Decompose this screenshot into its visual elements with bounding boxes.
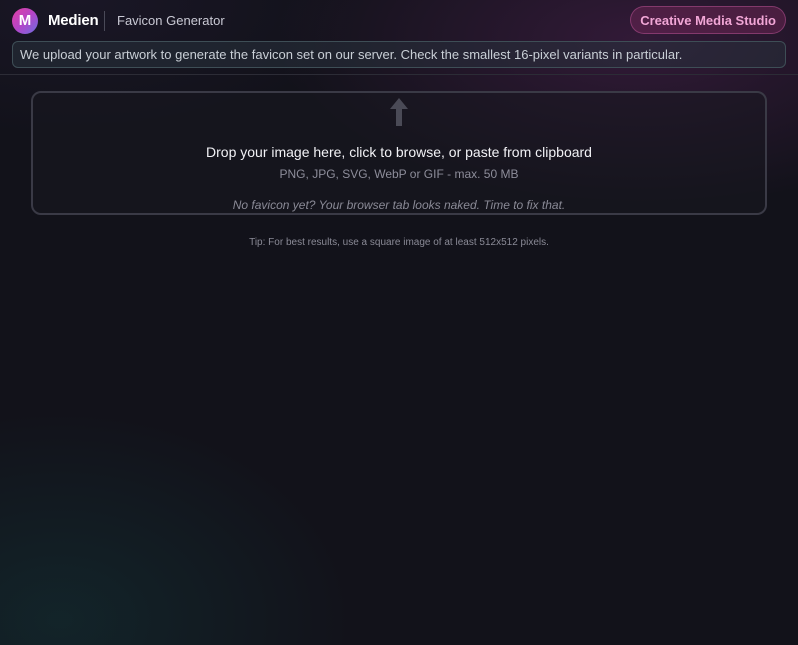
notice-text: We upload your artwork to generate the f… bbox=[20, 47, 683, 62]
brand-logo[interactable]: M bbox=[12, 8, 38, 34]
creative-media-studio-button[interactable]: Creative Media Studio bbox=[630, 6, 786, 34]
header-divider bbox=[104, 11, 105, 31]
upload-arrow-icon bbox=[390, 98, 408, 126]
app-title: Favicon Generator bbox=[117, 13, 225, 28]
top-bar: M Medien Favicon Generator Creative Medi… bbox=[0, 0, 798, 40]
header-separator bbox=[0, 74, 798, 75]
brand-name[interactable]: Medien bbox=[48, 12, 99, 29]
image-dropzone[interactable]: Drop your image here, click to browse, o… bbox=[31, 91, 767, 215]
dropzone-empty-message: No favicon yet? Your browser tab looks n… bbox=[232, 198, 566, 212]
dropzone-formats: PNG, JPG, SVG, WebP or GIF - max. 50 MB bbox=[279, 167, 519, 181]
dropzone-title: Drop your image here, click to browse, o… bbox=[206, 144, 592, 160]
upload-notice-banner: We upload your artwork to generate the f… bbox=[12, 41, 786, 68]
tip-text: Tip: For best results, use a square imag… bbox=[249, 237, 549, 248]
